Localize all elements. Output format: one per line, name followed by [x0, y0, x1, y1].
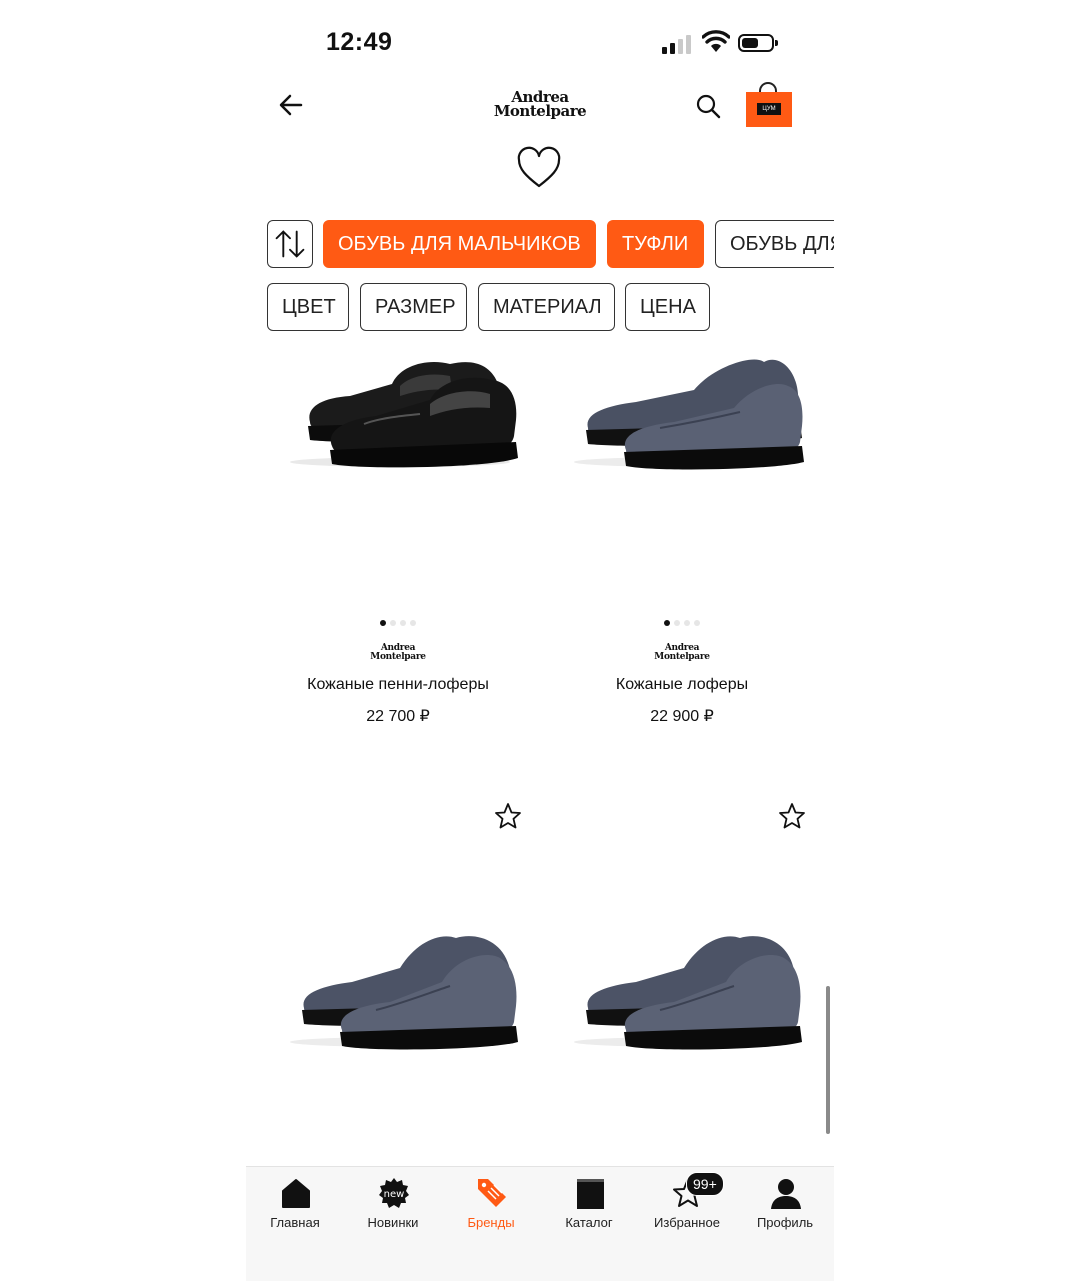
brand-logo-line2: Montelpare [493, 102, 587, 120]
favorites-count-badge: 99+ [686, 1172, 724, 1196]
brand-logo: Andrea Montelpare [490, 90, 590, 120]
chip-boys-shoes[interactable]: ОБУВЬ ДЛЯ МАЛЬЧИКОВ [323, 220, 596, 268]
cart-button[interactable]: ЦУМ [746, 82, 792, 128]
person-icon [771, 1179, 801, 1209]
filter-size[interactable]: РАЗМЕР [360, 283, 467, 331]
bottom-tab-bar: Главная new Новинки Бренды Каталог Избра… [246, 1166, 834, 1281]
tab-label: Главная [270, 1215, 320, 1230]
tab-brands[interactable]: Бренды [442, 1167, 540, 1247]
product-brand-logo: Andrea Montelpare [370, 643, 426, 662]
tab-profile[interactable]: Профиль [736, 1167, 834, 1247]
back-arrow-icon[interactable] [276, 90, 306, 120]
add-to-favorites-star-icon[interactable] [778, 802, 806, 830]
cellular-signal-icon [662, 34, 692, 54]
product-card[interactable] [540, 790, 824, 1090]
status-time: 12:49 [326, 28, 393, 56]
tab-new-arrivals[interactable]: new Новинки [344, 1167, 442, 1247]
tab-label: Избранное [654, 1215, 720, 1230]
app-screen: 12:49 Andrea Montelpare ЦУМ ОБУВЬ ДЛЯ МА… [246, 0, 834, 1281]
product-card[interactable]: Andrea Montelpare Кожаные лоферы 22 900 … [540, 350, 824, 740]
tab-label: Бренды [467, 1215, 515, 1230]
cart-store-label: ЦУМ [757, 103, 781, 115]
battery-icon [738, 34, 778, 52]
image-pagination-dots [540, 620, 824, 626]
filter-material[interactable]: МАТЕРИАЛ [478, 283, 615, 331]
product-image [574, 359, 804, 470]
product-price: 22 900 ₽ [650, 708, 714, 725]
product-brand-logo: Andrea Montelpare [654, 643, 710, 662]
product-image [290, 936, 518, 1050]
tag-icon [478, 1179, 506, 1207]
book-icon [577, 1179, 604, 1209]
chip-shoes-for[interactable]: ОБУВЬ ДЛЯ [715, 220, 834, 268]
wifi-icon [702, 30, 730, 52]
filter-price[interactable]: ЦЕНА [625, 283, 710, 331]
new-icon-text: new [384, 1189, 405, 1200]
tab-home[interactable]: Главная [246, 1167, 344, 1247]
search-icon[interactable] [694, 92, 722, 120]
tab-label: Профиль [756, 1215, 814, 1230]
product-card[interactable]: Andrea Montelpare Кожаные пенни-лоферы 2… [256, 350, 540, 740]
product-price: 22 700 ₽ [366, 708, 430, 725]
new-badge-icon: new [379, 1178, 409, 1208]
product-image [290, 362, 518, 468]
product-name: Кожаные лоферы [615, 676, 749, 693]
sort-icon[interactable] [267, 220, 313, 268]
image-pagination-dots [256, 620, 540, 626]
home-icon [282, 1179, 310, 1208]
product-name: Кожаные пенни-лоферы [307, 676, 489, 693]
add-to-favorites-star-icon[interactable] [494, 802, 522, 830]
tab-catalog[interactable]: Каталог [540, 1167, 638, 1247]
chip-tufli[interactable]: ТУФЛИ [607, 220, 704, 268]
product-card[interactable] [256, 790, 540, 1090]
tab-label: Новинки [367, 1215, 419, 1230]
favorite-brand-heart-icon[interactable] [516, 146, 562, 192]
scrollbar[interactable] [826, 986, 830, 1134]
tab-label: Каталог [565, 1215, 613, 1230]
product-image [574, 936, 802, 1050]
category-chips: ОБУВЬ ДЛЯ МАЛЬЧИКОВ ТУФЛИ ОБУВЬ ДЛЯ [246, 218, 834, 274]
filter-color[interactable]: ЦВЕТ [267, 283, 349, 331]
